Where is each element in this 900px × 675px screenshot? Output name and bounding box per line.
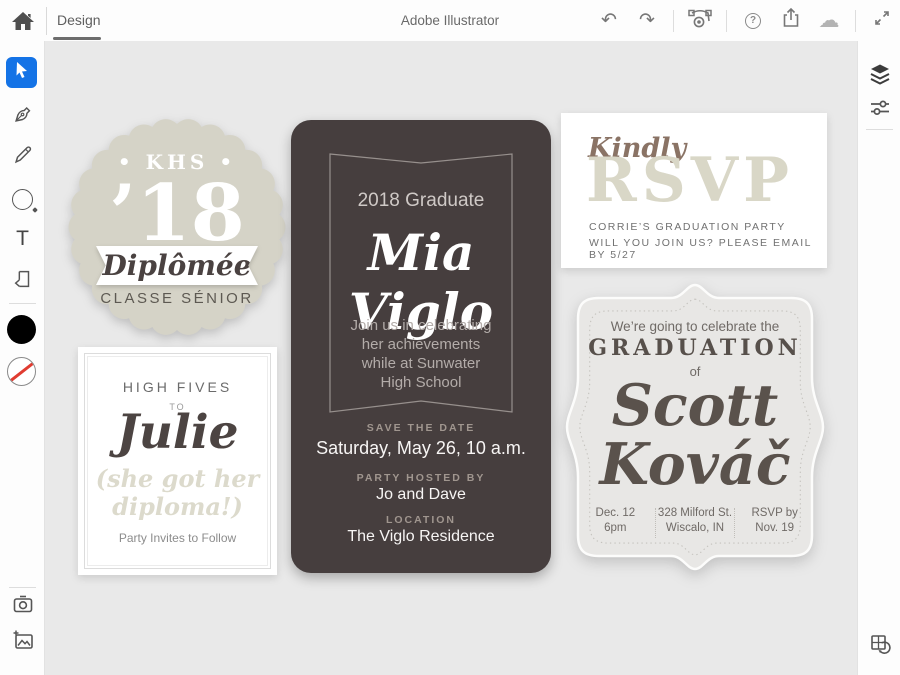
cloud-sync-button[interactable]: ☁ <box>817 9 841 33</box>
redo-button[interactable]: ↷ <box>635 9 659 33</box>
toolbar-divider <box>9 587 36 588</box>
artboard-canvas[interactable]: • KHS • ’18 Diplômée CLASSE SÉNIOR HIGH … <box>45 41 858 675</box>
mia-location-label: LOCATION <box>291 514 551 526</box>
undo-button[interactable]: ↶ <box>597 9 621 33</box>
redo-icon: ↷ <box>639 11 655 30</box>
mia-eyebrow: 2018 Graduate <box>291 190 551 212</box>
julie-footer: Party Invites to Follow <box>78 531 277 545</box>
selection-cursor-icon <box>14 61 30 84</box>
badge-ribbon-text: Diplômée <box>102 249 251 282</box>
pencil-tool[interactable] <box>0 140 45 174</box>
layers-panel-button[interactable] <box>858 59 900 93</box>
artboard-icon <box>12 268 34 295</box>
pen-icon <box>12 103 34 130</box>
sliders-icon <box>868 96 892 125</box>
grid-settings-button[interactable] <box>858 629 900 663</box>
grid-transform-icon <box>868 632 892 661</box>
ellipse-icon <box>12 189 33 210</box>
scott-intro-text: We’re going to celebrate the <box>558 319 832 334</box>
julie-subtitle: (she got her diploma!) <box>78 465 277 521</box>
pen-tool[interactable] <box>0 99 45 133</box>
scott-rsvp-col: RSVP byNov. 19 <box>735 506 814 538</box>
layers-icon <box>868 62 892 91</box>
mia-body-text: Join us in celebrating her achievements … <box>291 316 551 392</box>
expand-icon <box>873 9 891 33</box>
badge-class-text: CLASSE SÉNIOR <box>70 290 284 307</box>
help-icon: ? <box>745 13 761 29</box>
mia-location-value: The Viglo Residence <box>291 528 551 546</box>
scott-date-col: Dec. 126pm <box>576 506 655 538</box>
stroke-none-swatch[interactable] <box>7 357 36 386</box>
topbar-divider <box>726 10 727 32</box>
scott-graduation-text: GRADUATION <box>558 335 832 361</box>
scott-invite-card[interactable]: We’re going to celebrate the GRADUATION … <box>558 277 832 577</box>
tools-panel: T <box>0 41 45 675</box>
share-button[interactable] <box>779 9 803 33</box>
julie-heading: HIGH FIVES <box>78 379 277 395</box>
text-tool[interactable]: T <box>0 222 45 256</box>
scott-address-col: 328 Milford St.Wiscalo, IN <box>656 506 735 538</box>
mia-save-date-value: Saturday, May 26, 10 a.m. <box>291 438 551 459</box>
selection-tool[interactable] <box>6 57 37 88</box>
rsvp-line1: CORRIE’S GRADUATION PARTY <box>589 221 786 233</box>
scott-details-row: Dec. 126pm 328 Milford St.Wiscalo, IN RS… <box>576 506 814 538</box>
panels-sidebar <box>857 41 900 675</box>
vector-preview-icon <box>687 7 713 35</box>
top-bar: Design Adobe Illustrator ↶ ↷ <box>0 0 900 41</box>
topbar-actions: ↶ ↷ ? <box>597 0 894 41</box>
julie-invite-card[interactable]: HIGH FIVES TO Julie (she got her diploma… <box>78 347 277 575</box>
mia-hosted-label: PARTY HOSTED BY <box>291 472 551 484</box>
add-image-icon <box>11 628 35 657</box>
preview-mode-button[interactable] <box>688 9 712 33</box>
share-icon <box>780 7 802 35</box>
properties-panel-button[interactable] <box>858 93 900 127</box>
toolbar-divider <box>9 303 36 304</box>
scott-last-name: Kováč <box>558 431 832 498</box>
mia-invite-card[interactable]: 2018 Graduate Mia Viglo Join us in celeb… <box>291 120 551 573</box>
julie-name: Julie <box>78 405 277 460</box>
fullscreen-button[interactable] <box>870 9 894 33</box>
cloud-icon: ☁ <box>819 8 840 33</box>
text-tool-icon: T <box>16 227 29 251</box>
fill-color-swatch[interactable] <box>7 315 36 344</box>
topbar-divider <box>855 10 856 32</box>
illustrator-app: Design Adobe Illustrator ↶ ↷ <box>0 0 900 675</box>
rsvp-card[interactable]: Kindly RSVP CORRIE’S GRADUATION PARTY WI… <box>561 113 827 268</box>
scott-first-name: Scott <box>558 372 832 439</box>
ellipse-tool[interactable] <box>0 182 45 216</box>
khs-badge-card[interactable]: • KHS • ’18 Diplômée CLASSE SÉNIOR <box>70 120 284 334</box>
mia-hosted-value: Jo and Dave <box>291 486 551 504</box>
mia-save-date-label: SAVE THE DATE <box>291 422 551 434</box>
camera-tool[interactable] <box>0 589 45 623</box>
artboard-tool[interactable] <box>0 264 45 298</box>
help-button[interactable]: ? <box>741 9 765 33</box>
import-image-tool[interactable] <box>0 625 45 659</box>
topbar-divider <box>673 10 674 32</box>
tab-active-underline <box>53 37 101 40</box>
pencil-icon <box>12 144 34 171</box>
rsvp-title: RSVP <box>586 145 794 216</box>
rsvp-line2: WILL YOU JOIN US? PLEASE EMAIL BY 5/27 <box>589 237 827 261</box>
sidebar-divider <box>866 129 893 130</box>
undo-icon: ↶ <box>601 11 617 30</box>
camera-icon <box>11 592 35 621</box>
